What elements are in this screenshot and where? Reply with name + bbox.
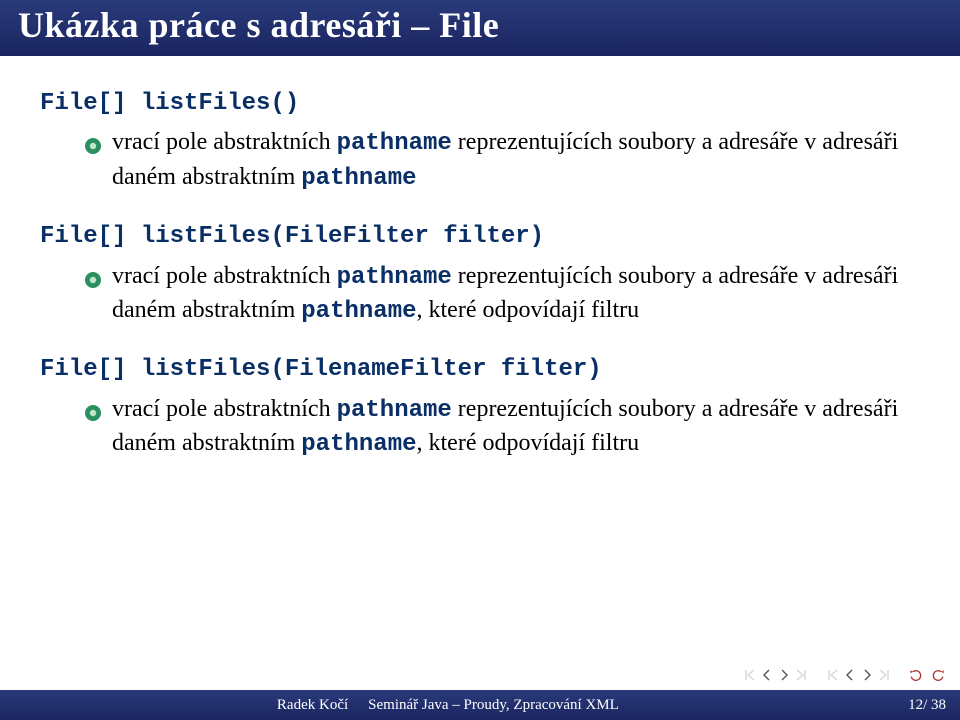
- bullet-text: vrací pole abstraktních pathname repreze…: [112, 393, 920, 462]
- bullet-item: vrací pole abstraktních pathname repreze…: [40, 393, 920, 462]
- text-run: , které odpovídají filtru: [417, 297, 640, 323]
- footer-page: 12/ 38: [778, 697, 946, 714]
- bullet-icon: [84, 132, 102, 164]
- text-run: vrací pole abstraktních: [112, 129, 337, 155]
- bullet-text: vrací pole abstraktních pathname repreze…: [112, 260, 920, 329]
- last-frame-icon[interactable]: [876, 667, 892, 683]
- code-keyword: pathname: [337, 264, 452, 291]
- footer: Radek Kočí Seminář Java – Proudy, Zpraco…: [0, 690, 960, 720]
- code-signature: File[] listFiles(): [40, 88, 920, 120]
- bullet-item: vrací pole abstraktních pathname repreze…: [40, 126, 920, 195]
- prev-slide-icon[interactable]: [759, 667, 775, 683]
- section-1: File[] listFiles() vrací pole abstraktní…: [40, 88, 920, 195]
- code-signature: File[] listFiles(FilenameFilter filter): [40, 354, 920, 386]
- nav-group-slide: [742, 667, 809, 683]
- code-keyword: pathname: [301, 298, 416, 325]
- code-keyword: pathname: [301, 431, 416, 458]
- slide-content: File[] listFiles() vrací pole abstraktní…: [0, 56, 960, 662]
- footer-author: Radek Kočí: [14, 697, 368, 714]
- text-run: vrací pole abstraktních: [112, 263, 337, 289]
- bullet-item: vrací pole abstraktních pathname repreze…: [40, 260, 920, 329]
- prev-frame-icon[interactable]: [842, 667, 858, 683]
- code-keyword: pathname: [337, 130, 452, 157]
- nav-group-frame: [825, 667, 892, 683]
- section-3: File[] listFiles(FilenameFilter filter) …: [40, 354, 920, 461]
- back-icon[interactable]: [908, 667, 924, 683]
- first-frame-icon[interactable]: [825, 667, 841, 683]
- last-slide-icon[interactable]: [793, 667, 809, 683]
- slide-title: Ukázka práce s adresáři – File: [0, 0, 960, 56]
- code-keyword: pathname: [337, 397, 452, 424]
- footer-talk: Seminář Java – Proudy, Zpracování XML: [368, 697, 778, 714]
- code-signature: File[] listFiles(FileFilter filter): [40, 221, 920, 253]
- nav-bar: [0, 662, 960, 690]
- next-slide-icon[interactable]: [776, 667, 792, 683]
- section-2: File[] listFiles(FileFilter filter) vrac…: [40, 221, 920, 328]
- first-slide-icon[interactable]: [742, 667, 758, 683]
- code-keyword: pathname: [301, 165, 416, 192]
- text-run: vrací pole abstraktních: [112, 396, 337, 422]
- forward-icon[interactable]: [930, 667, 946, 683]
- next-frame-icon[interactable]: [859, 667, 875, 683]
- text-run: , které odpovídají filtru: [417, 430, 640, 456]
- bullet-icon: [84, 266, 102, 298]
- bullet-icon: [84, 399, 102, 431]
- bullet-text: vrací pole abstraktních pathname repreze…: [112, 126, 920, 195]
